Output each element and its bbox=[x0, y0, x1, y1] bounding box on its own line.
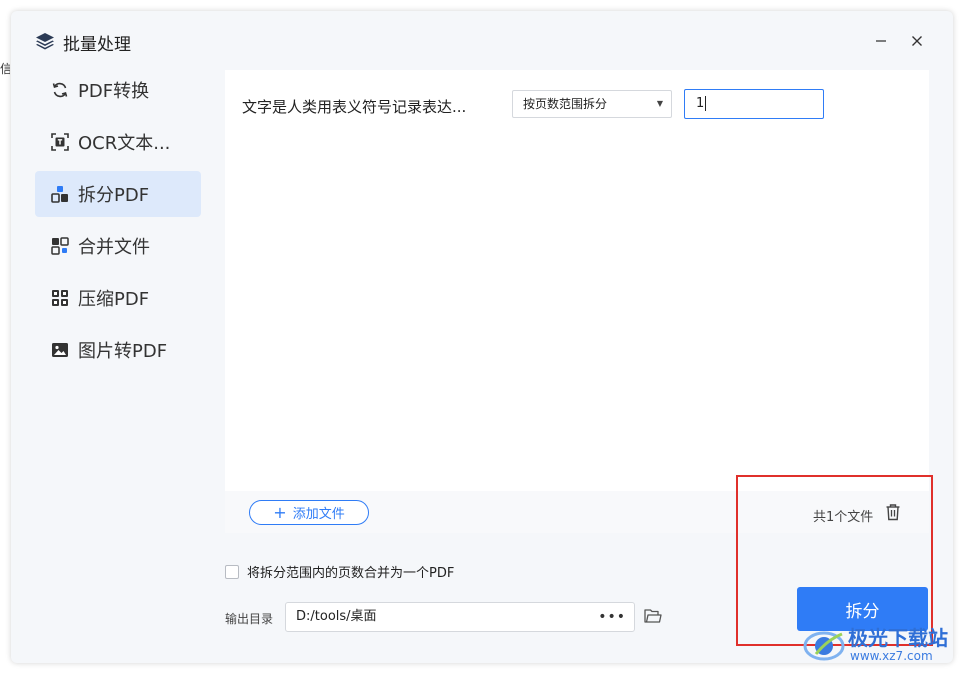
caret-down-icon: ▼ bbox=[656, 99, 663, 108]
file-name: 文字是人类用表义符号记录表达... bbox=[242, 98, 467, 116]
output-dir-label: 输出目录 bbox=[225, 612, 274, 626]
sidebar-item-label: 合并文件 bbox=[78, 237, 150, 258]
file-list-panel: 文字是人类用表义符号记录表达... 按页数范围拆分 ▼ 1 + 添加文件 共1个… bbox=[225, 70, 929, 533]
page-range-value: 1 bbox=[696, 96, 705, 111]
background-edge-text: 信 bbox=[0, 62, 10, 76]
output-dir-value: D:/tools/桌面 bbox=[296, 609, 377, 624]
watermark-title: 极光下载站 bbox=[848, 626, 948, 650]
file-count: 共1个文件 bbox=[813, 510, 874, 525]
sidebar: PDF转换 OCR文本... 拆分PDF 合并文件 压缩PDF 图片转PDF bbox=[35, 67, 201, 379]
sidebar-item-compress[interactable]: 压缩PDF bbox=[35, 275, 201, 321]
sidebar-item-merge[interactable]: 合并文件 bbox=[35, 223, 201, 269]
minimize-button[interactable] bbox=[869, 29, 893, 53]
text-cursor bbox=[705, 96, 707, 111]
sidebar-item-label: 压缩PDF bbox=[78, 289, 150, 310]
sidebar-item-label: PDF转换 bbox=[78, 81, 150, 102]
sidebar-item-label: 拆分PDF bbox=[78, 185, 150, 206]
merge-option-label: 将拆分范围内的页数合并为一个PDF bbox=[247, 566, 455, 581]
watermark-url: www.xz7.com bbox=[850, 649, 933, 663]
sidebar-item-ocr[interactable]: OCR文本... bbox=[35, 119, 201, 165]
watermark-logo-icon bbox=[803, 631, 845, 661]
minimize-icon bbox=[876, 40, 886, 42]
page-range-input[interactable]: 1 bbox=[684, 89, 824, 119]
output-dir-input[interactable]: D:/tools/桌面 ••• bbox=[285, 602, 635, 632]
layers-icon bbox=[36, 33, 54, 50]
sidebar-item-image-to-pdf[interactable]: 图片转PDF bbox=[35, 327, 201, 373]
add-file-label: 添加文件 bbox=[292, 507, 345, 522]
sidebar-item-label: OCR文本... bbox=[78, 133, 171, 154]
add-file-button[interactable]: + 添加文件 bbox=[249, 500, 369, 525]
plus-icon: + bbox=[273, 502, 287, 522]
sidebar-item-pdf-convert[interactable]: PDF转换 bbox=[35, 67, 201, 113]
watermark: 极光下载站 www.xz7.com bbox=[802, 620, 962, 668]
sidebar-item-split-pdf[interactable]: 拆分PDF bbox=[35, 171, 201, 217]
close-icon bbox=[912, 36, 922, 46]
image-icon bbox=[51, 341, 69, 359]
dialog-title: 批量处理 bbox=[63, 35, 131, 55]
split-mode-select[interactable]: 按页数范围拆分 ▼ bbox=[512, 90, 672, 118]
more-options-button[interactable]: ••• bbox=[598, 603, 626, 631]
batch-process-dialog: 批量处理 PDF转换 OCR文本... 拆分PDF 合并文件 压缩PDF 图片转… bbox=[11, 11, 953, 663]
refresh-icon bbox=[51, 81, 69, 99]
compress-icon bbox=[51, 289, 69, 307]
split-icon bbox=[51, 185, 69, 203]
merge-option[interactable]: 将拆分范围内的页数合并为一个PDF bbox=[225, 562, 454, 581]
trash-icon[interactable] bbox=[885, 503, 901, 521]
close-button[interactable] bbox=[905, 29, 929, 53]
folder-icon[interactable] bbox=[644, 608, 662, 624]
merge-icon bbox=[51, 237, 69, 255]
ocr-text-icon bbox=[51, 133, 69, 151]
title-bar: 批量处理 bbox=[11, 11, 953, 67]
split-mode-value: 按页数范围拆分 bbox=[523, 97, 608, 111]
merge-checkbox[interactable] bbox=[225, 564, 239, 579]
sidebar-item-label: 图片转PDF bbox=[78, 341, 168, 362]
